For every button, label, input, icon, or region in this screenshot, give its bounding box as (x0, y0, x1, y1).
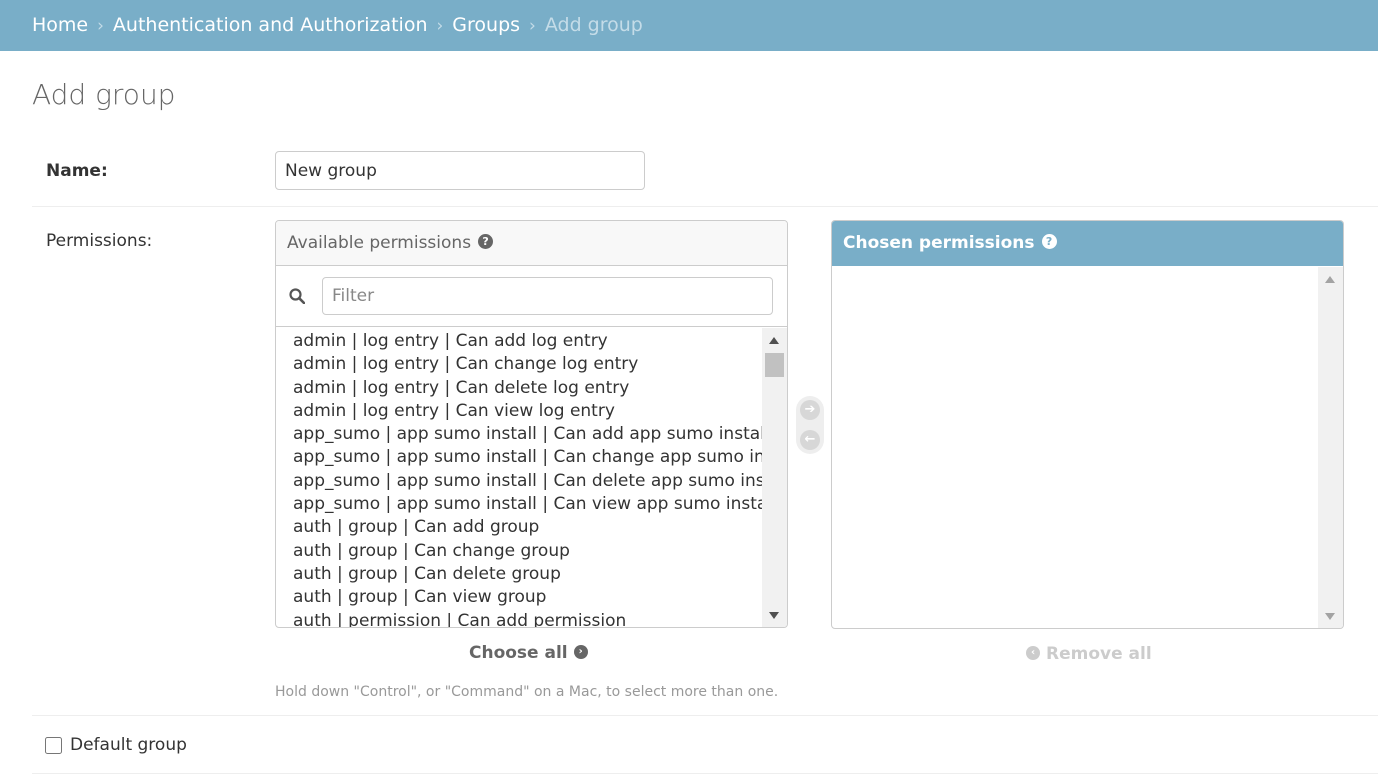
filter-row (276, 266, 787, 327)
permission-option[interactable]: app_sumo | app sumo install | Can delete… (293, 470, 762, 493)
breadcrumb-separator: › (436, 16, 444, 36)
move-buttons: ➔ ← (796, 396, 824, 454)
permission-option[interactable]: auth | group | Can delete group (293, 563, 762, 586)
breadcrumb-separator: › (529, 16, 536, 36)
chosen-permissions-list[interactable] (832, 267, 1318, 628)
available-permissions-box: Available permissions? admin | log entry… (275, 220, 788, 628)
scroll-down-arrow-icon[interactable] (1325, 613, 1335, 620)
scroll-up-arrow-icon[interactable] (769, 337, 779, 344)
divider (32, 773, 1378, 774)
permission-option[interactable]: admin | log entry | Can change log entry (293, 353, 762, 376)
available-permissions-list[interactable]: admin | log entry | Can add log entry adm… (276, 328, 762, 627)
default-group-checkbox[interactable] (45, 736, 62, 754)
permission-option[interactable]: app_sumo | app sumo install | Can change… (293, 446, 762, 469)
page-title: Add group (32, 78, 176, 111)
breadcrumb-home-link[interactable]: Home (32, 14, 88, 36)
remove-arrow-icon[interactable]: ← (800, 430, 820, 450)
scroll-up-arrow-icon[interactable] (1325, 276, 1335, 283)
remove-all-label: Remove all (1046, 644, 1152, 664)
breadcrumb-current: Add group (544, 14, 643, 36)
scroll-down-arrow-icon[interactable] (769, 612, 779, 619)
remove-all-link[interactable]: ‹ Remove all (1026, 644, 1152, 664)
choose-all-link[interactable]: Choose all › (469, 643, 588, 663)
search-icon (289, 288, 305, 304)
permission-option[interactable]: auth | group | Can add group (293, 516, 762, 539)
chosen-permissions-title: Chosen permissions (843, 233, 1035, 253)
permission-option[interactable]: admin | log entry | Can delete log entry (293, 377, 762, 400)
default-group-label[interactable]: Default group (70, 735, 187, 755)
default-group-row: Default group (45, 733, 187, 757)
permissions-label: Permissions: (46, 231, 153, 251)
available-scrollbar[interactable] (762, 328, 787, 627)
filter-input[interactable] (322, 277, 773, 315)
name-row: Name: (32, 137, 1378, 207)
choose-all-label: Choose all (469, 643, 568, 663)
divider (32, 715, 1378, 716)
choose-arrow-icon[interactable]: ➔ (800, 400, 820, 420)
chosen-permissions-header: Chosen permissions? (832, 221, 1343, 266)
permission-option[interactable]: admin | log entry | Can view log entry (293, 400, 762, 423)
breadcrumb-section-link[interactable]: Authentication and Authorization (113, 14, 428, 36)
available-permissions-header: Available permissions? (276, 221, 787, 266)
permission-option[interactable]: admin | log entry | Can add log entry (293, 330, 762, 353)
help-text: Hold down "Control", or "Command" on a M… (275, 684, 779, 700)
permission-option[interactable]: app_sumo | app sumo install | Can add ap… (293, 423, 762, 446)
permission-option[interactable]: auth | group | Can view group (293, 586, 762, 609)
name-input[interactable] (275, 151, 645, 190)
chevron-left-icon: ‹ (1026, 646, 1040, 660)
chosen-scrollbar[interactable] (1318, 267, 1343, 628)
breadcrumb-separator: › (97, 16, 104, 36)
help-icon[interactable]: ? (478, 233, 494, 249)
chevron-right-icon: › (573, 645, 588, 659)
help-icon[interactable]: ? (1041, 233, 1057, 249)
scrollbar-thumb[interactable] (765, 353, 784, 377)
permission-option[interactable]: app_sumo | app sumo install | Can view a… (293, 493, 762, 516)
permission-option[interactable]: auth | permission | Can add permission (293, 610, 762, 627)
name-label: Name: (46, 161, 108, 181)
breadcrumb-groups-link[interactable]: Groups (452, 14, 520, 36)
breadcrumb: Home › Authentication and Authorization › Gr… (0, 0, 1378, 51)
chosen-permissions-box: Chosen permissions? (831, 220, 1344, 629)
available-permissions-title: Available permissions (287, 233, 472, 253)
permission-option[interactable]: auth | group | Can change group (293, 540, 762, 563)
